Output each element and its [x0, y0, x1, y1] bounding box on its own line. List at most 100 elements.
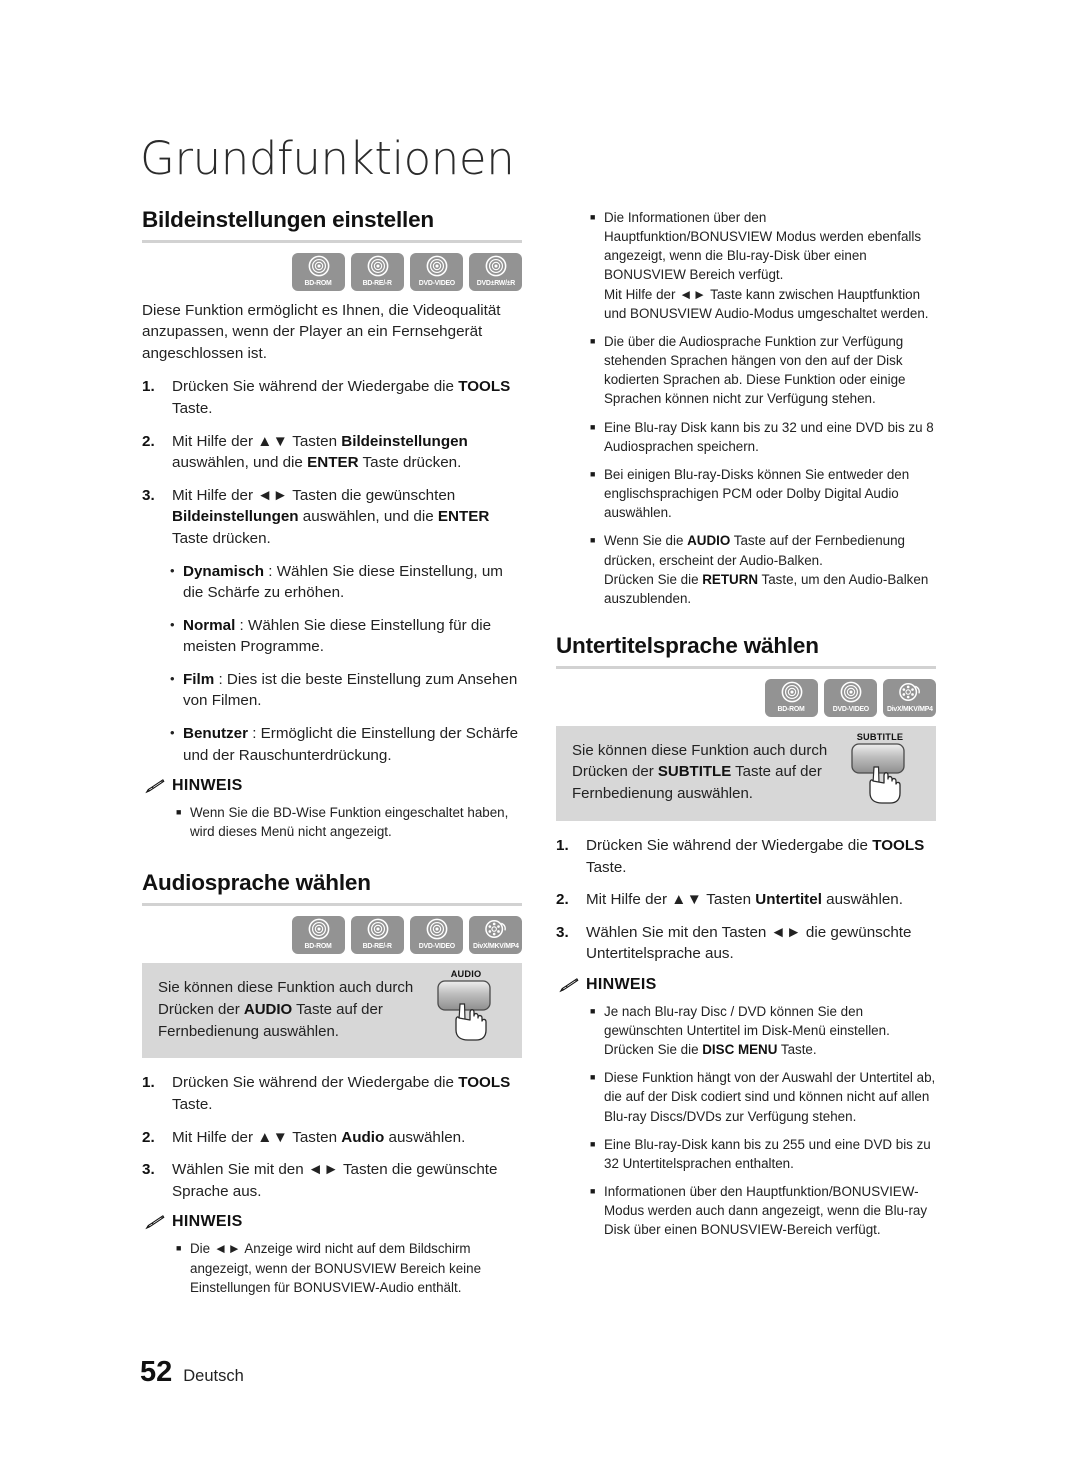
disc-icon: [308, 918, 330, 940]
section-heading: Audiosprache wählen: [142, 870, 371, 896]
bullet-square-icon: ■: [590, 335, 596, 346]
disc-badge: BD-RE/-R: [351, 916, 404, 955]
step-text: Mit Hilfe der ▲▼ Tasten Bildeinstellunge…: [172, 432, 468, 472]
section-heading: Bildeinstellungen einstellen: [142, 207, 434, 232]
pencil-icon: [558, 977, 579, 993]
option-item: • Dynamisch : Wählen Sie diese Einstellu…: [142, 561, 522, 604]
note-text: Wenn Sie die BD-Wise Funktion eingeschal…: [190, 805, 509, 840]
step-item: 2. Mit Hilfe der ▲▼ Tasten Bildeinstellu…: [142, 431, 522, 474]
disc-badge: DVD-VIDEO: [410, 916, 463, 955]
step-text: Mit Hilfe der ▲▼ Tasten Untertitel auswä…: [586, 891, 903, 909]
note-items: ■ Wenn Sie die BD-Wise Funktion eingesch…: [142, 803, 522, 841]
disc-badge: BD-ROM: [292, 252, 345, 291]
disc-badge-row: BD-ROM BD-RE/-R DVD-VIDEO: [142, 916, 522, 955]
note-text: Die Informationen über den Hauptfunktion…: [604, 210, 929, 321]
disc-icon: [426, 255, 448, 277]
note-text: Bei einigen Blu-ray-Disks können Sie ent…: [604, 466, 910, 521]
option-text: Dynamisch : Wählen Sie diese Einstellung…: [183, 562, 503, 602]
bullet-dot-icon: •: [170, 670, 175, 686]
note-text: Die ◄► Anzeige wird nicht auf dem Bildsc…: [190, 1241, 482, 1295]
disc-badge: BD-RE/-R: [351, 252, 404, 291]
bullet-square-icon: ■: [590, 535, 596, 546]
option-item: • Film : Dies ist die beste Einstellung …: [142, 669, 522, 712]
bullet-square-icon: ■: [176, 1243, 182, 1254]
audio-notes-continued: ■ Die Informationen über den Hauptfunkti…: [556, 208, 936, 608]
divx-badge: DivX/MKV/MP4: [883, 678, 936, 717]
note-item: ■ Eine Blu-ray-Disk kann bis zu 255 und …: [556, 1135, 936, 1173]
page-language: Deutsch: [183, 1367, 244, 1385]
badge-label: DVD±RW/±R: [476, 277, 515, 287]
note-text: Informationen über den Hauptfunktion/BON…: [604, 1184, 928, 1238]
step-item: 3. Wählen Sie mit den ◄► Tasten die gewü…: [142, 1159, 522, 1202]
step-number: 1.: [142, 378, 155, 396]
bullet-square-icon: ■: [590, 1138, 596, 1149]
step-number: 3.: [142, 486, 155, 504]
disc-badge: DVD-VIDEO: [410, 252, 463, 291]
step-text: Drücken Sie während der Wiedergabe die T…: [172, 378, 511, 418]
disc-badge-row: BD-ROM DVD-VIDEO DivX/MKV/MP4: [556, 678, 936, 717]
option-text: Film : Dies ist die beste Einstellung zu…: [183, 670, 518, 710]
pencil-icon: [144, 1214, 165, 1230]
step-number: 2.: [142, 432, 155, 450]
badge-label: BD-RE/-R: [362, 277, 393, 287]
tip-text: Sie können diese Funktion auch durch Drü…: [158, 979, 414, 1040]
step-number: 3.: [142, 1161, 155, 1179]
note-item: ■ Wenn Sie die BD-Wise Funktion eingesch…: [142, 803, 522, 841]
page-footer: 52 Deutsch: [140, 1356, 244, 1389]
option-text: Benutzer : Ermöglicht die Einstellung de…: [183, 725, 519, 764]
bullet-dot-icon: •: [170, 725, 175, 740]
badge-label: BD-ROM: [305, 277, 332, 287]
bullet-square-icon: ■: [590, 1005, 596, 1016]
note-label: HINWEIS: [172, 1213, 243, 1231]
badge-label: BD-ROM: [778, 703, 805, 713]
badge-label: BD-ROM: [305, 941, 332, 951]
badge-label: DivX/MKV/MP4: [886, 703, 933, 713]
disc-icon: [367, 255, 389, 277]
heading-rule: [142, 903, 522, 907]
note-item: ■ Die ◄► Anzeige wird nicht auf dem Bild…: [142, 1239, 522, 1296]
film-reel-icon: [898, 681, 921, 703]
step-item: 1. Drücken Sie während der Wiedergabe di…: [556, 835, 936, 878]
note-header: HINWEIS: [558, 976, 936, 994]
disc-badge: DVD-VIDEO: [824, 678, 877, 717]
option-item: • Benutzer : Ermöglicht die Einstellung …: [142, 723, 522, 766]
note-text: Die über die Audiosprache Funktion zur V…: [604, 333, 906, 407]
disc-badge: BD-ROM: [765, 678, 818, 717]
note-item: ■ Bei einigen Blu-ray-Disks können Sie e…: [556, 465, 936, 522]
step-item: 3. Wählen Sie mit den Tasten ◄► die gewü…: [556, 922, 936, 965]
section-subtitle-language: Untertitelsprache wählen BD-ROM DVD-VIDE…: [556, 632, 936, 1240]
note-items: ■ Je nach Blu-ray Disc / DVD können Sie …: [556, 1002, 936, 1240]
note-item: ■ Informationen über den Hauptfunktion/B…: [556, 1182, 936, 1239]
section-intro: Diese Funktion ermöglicht es Ihnen, die …: [142, 301, 501, 362]
film-reel-icon: [484, 918, 507, 940]
remote-key-label: AUDIO: [450, 969, 482, 980]
right-column: ■ Die Informationen über den Hauptfunkti…: [556, 208, 936, 1249]
step-number: 1.: [556, 836, 569, 854]
bullet-square-icon: ■: [590, 468, 596, 479]
note-text: Eine Blu-ray-Disk kann bis zu 255 und ei…: [604, 1136, 931, 1171]
note-item: ■ Die Informationen über den Hauptfunkti…: [556, 208, 936, 323]
step-text: Wählen Sie mit den ◄► Tasten die gewünsc…: [172, 1161, 498, 1200]
note-item: ■ Diese Funktion hängt von der Auswahl d…: [556, 1068, 936, 1125]
note-label: HINWEIS: [172, 777, 243, 795]
steps-list: 1. Drücken Sie während der Wiedergabe di…: [142, 1072, 522, 1202]
left-column: Bildeinstellungen einstellen BD-ROM BD-R…: [142, 207, 522, 1306]
step-number: 2.: [142, 1128, 155, 1146]
step-text: Drücken Sie während der Wiedergabe die T…: [586, 836, 925, 876]
page-title: Grundfunktionen: [140, 132, 515, 185]
disc-icon: [426, 918, 448, 940]
note-item: ■ Je nach Blu-ray Disc / DVD können Sie …: [556, 1002, 936, 1059]
note-header: HINWEIS: [144, 1213, 522, 1231]
badge-label: DVD-VIDEO: [832, 703, 869, 713]
tip-box: Sie können diese Funktion auch durch Drü…: [556, 725, 936, 821]
section-heading: Untertitelsprache wählen: [556, 632, 819, 658]
manual-page: Grundfunktionen Bildeinstellungen einste…: [0, 0, 1080, 1477]
step-text: Drücken Sie während der Wiedergabe die T…: [172, 1074, 511, 1114]
steps-list: 1. Drücken Sie während der Wiedergabe di…: [142, 376, 522, 549]
bullet-square-icon: ■: [590, 1072, 596, 1083]
note-items: ■ Die ◄► Anzeige wird nicht auf dem Bild…: [142, 1239, 522, 1296]
note-label: HINWEIS: [586, 975, 657, 993]
badge-label: DivX/MKV/MP4: [472, 941, 519, 951]
disc-icon: [485, 255, 507, 277]
badge-label: BD-RE/-R: [362, 941, 393, 951]
